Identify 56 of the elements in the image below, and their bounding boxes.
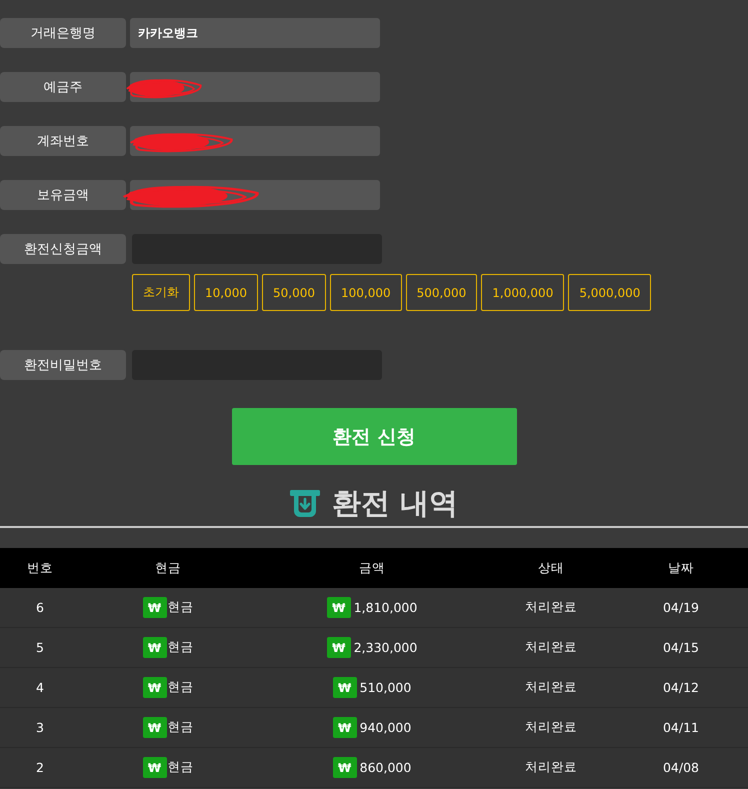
table-cell: 3 bbox=[36, 720, 44, 735]
table-cell: 5 bbox=[36, 640, 44, 655]
table-cell: 현금 bbox=[168, 719, 194, 736]
amount-button[interactable]: 5,000,000 bbox=[568, 274, 652, 311]
table-cell: 처리완료 bbox=[525, 599, 577, 616]
amount-button[interactable]: 10,000 bbox=[194, 274, 258, 311]
table-cell: 4 bbox=[36, 680, 44, 695]
field-label: 보유금액 bbox=[0, 180, 126, 210]
table-cell: 처리완료 bbox=[525, 679, 577, 696]
table-cell: 현금 bbox=[168, 599, 194, 616]
column-header: 현금 bbox=[155, 560, 181, 576]
currency-badge: ₩ bbox=[142, 717, 166, 738]
currency-badge: ₩ bbox=[142, 757, 166, 778]
amount-button[interactable]: 100,000 bbox=[330, 274, 402, 311]
download-tray-icon bbox=[290, 490, 320, 518]
field-label: 예금주 bbox=[0, 72, 126, 102]
amount-button[interactable]: 50,000 bbox=[262, 274, 326, 311]
table-cell: 04/15 bbox=[662, 640, 700, 655]
currency-badge: ₩ bbox=[142, 637, 166, 658]
column-header: 금액 bbox=[359, 560, 385, 576]
field-label: 환전신청금액 bbox=[0, 234, 126, 264]
currency-badge: ₩ bbox=[326, 597, 351, 618]
table-cell: 2,330,000 bbox=[354, 640, 418, 655]
amount-button[interactable]: 500,000 bbox=[406, 274, 478, 311]
amount-button[interactable]: 초기화 bbox=[132, 274, 190, 311]
column-header: 상태 bbox=[538, 560, 564, 576]
table-cell: 처리완료 bbox=[525, 719, 577, 736]
field-label: 거래은행명 bbox=[0, 18, 126, 48]
table-cell: 04/12 bbox=[662, 680, 700, 695]
column-header: 날짜 bbox=[668, 560, 694, 576]
table-cell: 04/11 bbox=[662, 720, 700, 735]
currency-badge: ₩ bbox=[142, 677, 166, 698]
amount-button[interactable]: 1,000,000 bbox=[481, 274, 564, 311]
currency-badge: ₩ bbox=[332, 717, 357, 738]
table-cell: 510,000 bbox=[360, 680, 412, 695]
table-cell: 940,000 bbox=[360, 720, 412, 735]
table-cell: 처리완료 bbox=[525, 759, 577, 776]
currency-badge: ₩ bbox=[332, 757, 357, 778]
table-cell: 현금 bbox=[168, 639, 194, 656]
currency-badge: ₩ bbox=[142, 597, 166, 618]
field-label: 환전비밀번호 bbox=[0, 350, 126, 380]
table-cell: 처리완료 bbox=[525, 639, 577, 656]
table-cell: 6 bbox=[36, 600, 44, 615]
table-cell: 04/19 bbox=[662, 600, 700, 615]
field-label: 계좌번호 bbox=[0, 126, 126, 156]
table-cell: 04/08 bbox=[662, 760, 700, 775]
table-cell: 현금 bbox=[168, 679, 194, 696]
currency-badge: ₩ bbox=[326, 637, 351, 658]
table-cell: 1,810,000 bbox=[354, 600, 418, 615]
column-header: 번호 bbox=[27, 560, 53, 576]
table-cell: 860,000 bbox=[360, 760, 412, 775]
table-cell: 2 bbox=[36, 760, 44, 775]
currency-badge: ₩ bbox=[332, 677, 357, 698]
info-field: 카카오뱅크 bbox=[130, 18, 380, 48]
section-title: 환전 내역 bbox=[332, 485, 458, 522]
table-cell: 현금 bbox=[168, 759, 194, 776]
